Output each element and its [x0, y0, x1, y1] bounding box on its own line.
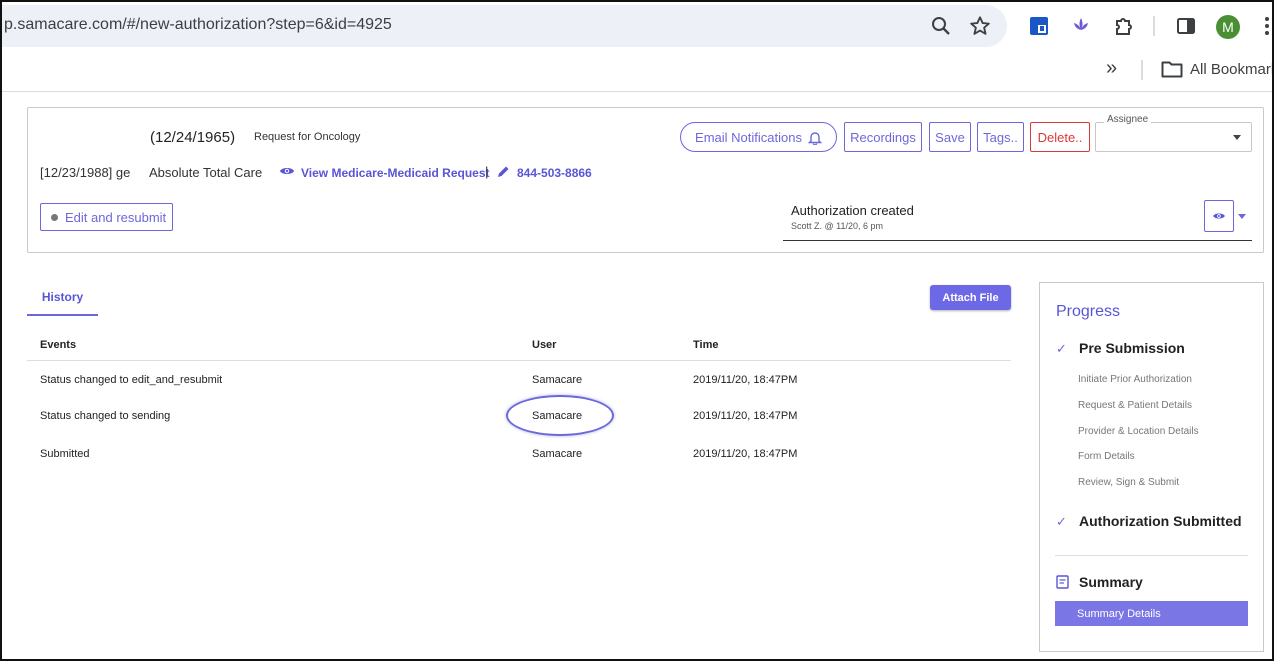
column-header-time: Time — [693, 339, 719, 351]
table-row-time: 2019/11/20, 18:47PM — [693, 448, 798, 460]
bookmarks-bar: » All Bookmark — [2, 48, 1272, 92]
edit-and-resubmit-label: Edit and resubmit — [65, 209, 167, 225]
table-row-time: 2019/11/20, 18:47PM — [693, 410, 798, 422]
status-dropdown-chevron-icon[interactable] — [1238, 214, 1246, 219]
status-underline — [783, 240, 1252, 241]
authorization-header-card: (12/24/1965) Request for Oncology [12/23… — [27, 107, 1264, 253]
view-request-link[interactable]: View Medicare-Medicaid Request — [301, 166, 490, 180]
assignee-select[interactable]: Assignee — [1095, 114, 1252, 152]
browser-menu-icon[interactable] — [1264, 16, 1270, 36]
profile-avatar[interactable]: M — [1216, 15, 1240, 39]
email-notifications-label: Email Notifications — [695, 129, 802, 145]
assignee-label: Assignee — [1104, 114, 1152, 125]
url-text[interactable]: p.samacare.com/#/new-authorization?step=… — [4, 16, 392, 34]
table-row-time: 2019/11/20, 18:47PM — [693, 374, 798, 386]
attach-file-button[interactable]: Attach File — [930, 285, 1011, 310]
password-manager-extension-icon[interactable] — [1028, 15, 1050, 37]
column-header-events: Events — [40, 339, 77, 351]
plan-name: Absolute Total Care — [149, 165, 263, 180]
request-for-label: Request for Oncology — [254, 131, 361, 143]
status-meta: Scott Z. @ 11/20, 6 pm — [791, 221, 884, 231]
delete-button[interactable]: Delete.. — [1030, 122, 1090, 152]
step-authorization-submitted: Authorization Submitted — [1079, 513, 1242, 529]
pencil-icon[interactable] — [497, 165, 510, 181]
substep-item[interactable]: Request & Patient Details — [1078, 400, 1192, 411]
column-header-user: User — [532, 339, 557, 351]
progress-divider — [1055, 555, 1248, 556]
bookmark-star-icon[interactable] — [969, 15, 991, 37]
email-notifications-button[interactable]: Email Notifications — [680, 122, 837, 152]
highlight-annotation-circle — [506, 395, 614, 436]
table-row-event: Submitted — [40, 448, 90, 460]
extensions-puzzle-icon[interactable] — [1113, 15, 1135, 37]
header-separator: | — [485, 164, 489, 179]
view-status-button[interactable] — [1204, 200, 1234, 232]
address-bar[interactable]: p.samacare.com/#/new-authorization?step=… — [2, 5, 1007, 47]
chevron-down-icon — [1233, 135, 1241, 140]
eye-icon — [279, 165, 295, 180]
all-bookmarks-label[interactable]: All Bookmark — [1190, 61, 1272, 78]
progress-panel: Progress ✓ Pre Submission Initiate Prior… — [1039, 282, 1264, 652]
folder-icon[interactable] — [1161, 60, 1183, 78]
substep-item[interactable]: Review, Sign & Submit — [1078, 477, 1179, 488]
screen: p.samacare.com/#/new-authorization?step=… — [0, 0, 1274, 661]
summary-document-icon — [1056, 575, 1069, 589]
table-row-event: Status changed to sending — [40, 410, 171, 422]
table-header-divider — [27, 360, 1011, 361]
step-summary: Summary — [1079, 574, 1143, 590]
bell-icon — [807, 130, 822, 145]
step-pre-submission: Pre Submission — [1079, 340, 1185, 356]
tab-history[interactable]: History — [27, 281, 98, 316]
bookmarks-divider — [1141, 60, 1143, 80]
table-row-user: Samacare — [532, 374, 583, 386]
lotus-extension-icon[interactable] — [1071, 15, 1091, 35]
substep-item[interactable]: Provider & Location Details — [1078, 426, 1199, 437]
browser-toolbar: p.samacare.com/#/new-authorization?step=… — [2, 2, 1272, 48]
recordings-button[interactable]: Recordings — [844, 122, 922, 152]
tags-button[interactable]: Tags.. — [977, 122, 1024, 152]
bookmarks-overflow-icon[interactable]: » — [1106, 57, 1117, 80]
table-row-user: Samacare — [532, 448, 583, 460]
status-title: Authorization created — [791, 203, 914, 218]
side-panel-icon[interactable] — [1176, 16, 1196, 36]
eye-icon — [1213, 213, 1225, 219]
checkmark-icon: ✓ — [1056, 341, 1067, 356]
save-button[interactable]: Save — [929, 122, 971, 152]
status-dot-icon — [51, 213, 58, 221]
zoom-icon[interactable] — [931, 16, 951, 36]
substep-item[interactable]: Initiate Prior Authorization — [1078, 374, 1192, 385]
table-row-event: Status changed to edit_and_resubmit — [40, 374, 223, 386]
substep-item[interactable]: Form Details — [1078, 451, 1135, 462]
edit-and-resubmit-button[interactable]: Edit and resubmit — [40, 203, 173, 231]
progress-title: Progress — [1056, 303, 1121, 320]
summary-details-button[interactable]: Summary Details — [1055, 601, 1248, 626]
patient-dob: (12/24/1965) — [150, 129, 236, 146]
phone-link[interactable]: 844-503-8866 — [517, 166, 592, 180]
member-dob-line: [12/23/1988] ge — [40, 165, 131, 180]
checkmark-icon: ✓ — [1056, 514, 1067, 529]
toolbar-divider — [1153, 16, 1155, 36]
